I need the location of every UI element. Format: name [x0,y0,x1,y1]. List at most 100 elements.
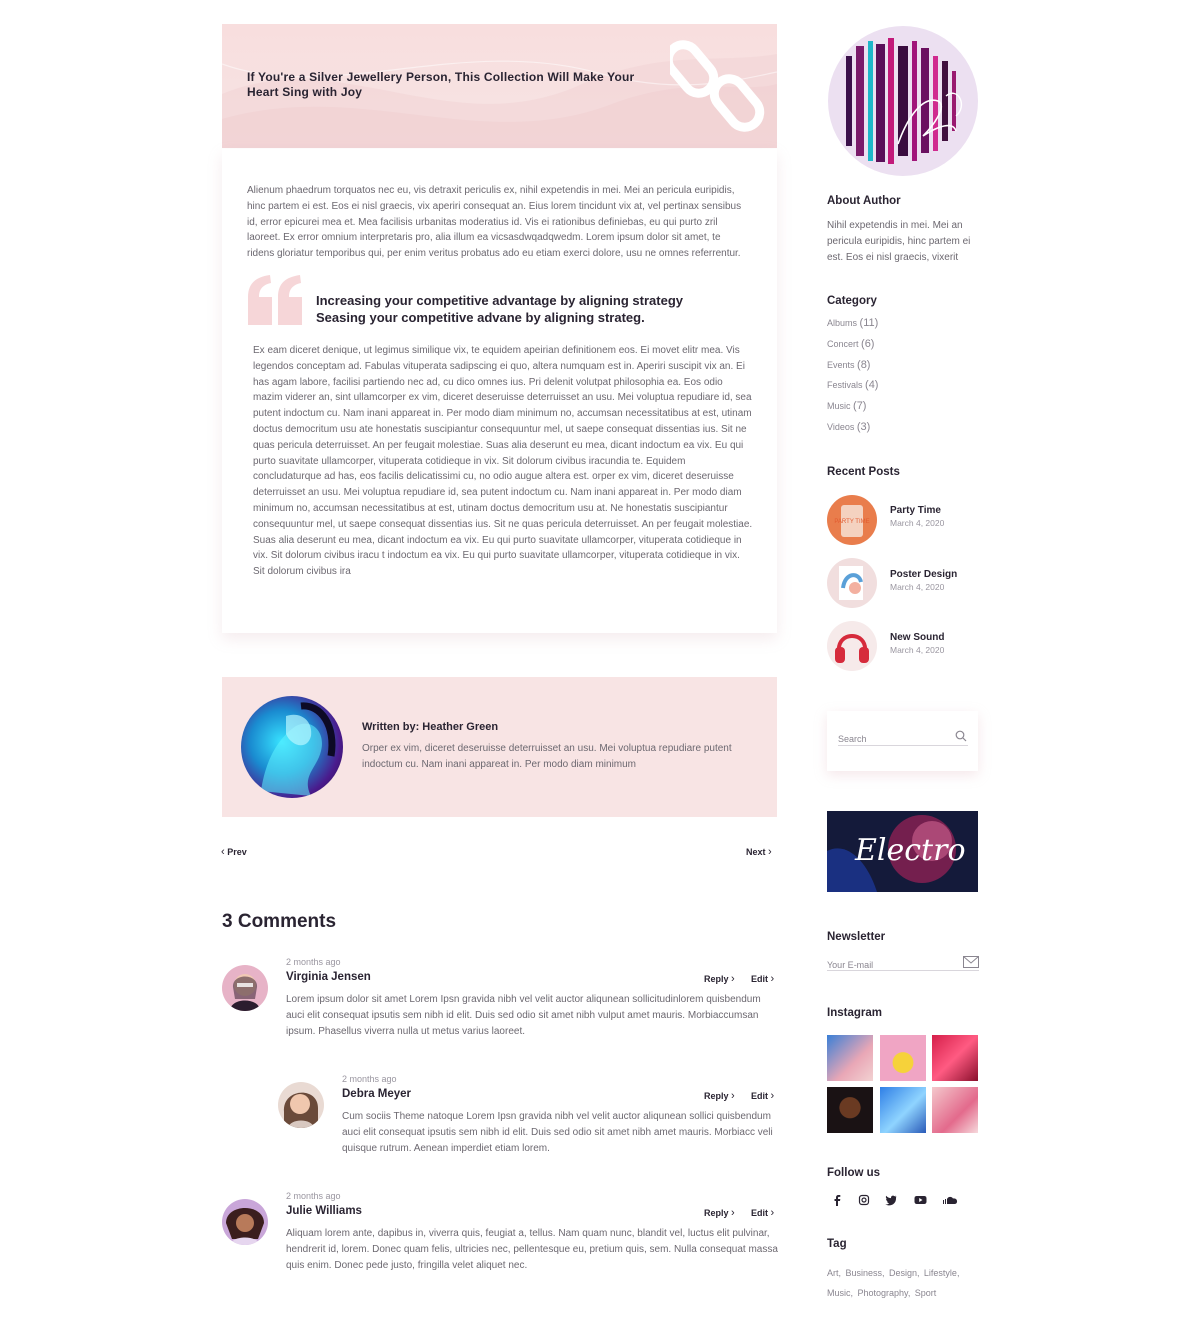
tag-sport[interactable]: Sport [915,1288,937,1298]
next-post-link[interactable]: Next › [746,846,772,858]
chevron-right-icon: › [731,1207,735,1219]
category-item-events[interactable]: Events (8) [827,359,977,380]
chevron-left-icon: ‹ [221,846,225,858]
category-item-music[interactable]: Music (7) [827,400,977,421]
about-author-photo [828,26,978,176]
recent-post-thumbnail: PARTY TIME [827,495,877,545]
edit-label: Edit [751,974,768,984]
thumb-text: PARTY TIME [834,519,869,525]
about-author-title: About Author [827,195,901,207]
reply-button[interactable]: Reply › [704,1207,735,1219]
tag-title: Tag [827,1238,847,1250]
category-count: (3) [856,420,871,433]
commenter-avatar [222,965,268,1011]
mail-icon[interactable] [963,956,979,968]
post-title: If You're a Silver Jewellery Person, Thi… [247,70,635,99]
edit-button[interactable]: Edit › [751,973,774,985]
next-label: Next [746,847,766,857]
newsletter-email-input[interactable]: Your E-mail [827,955,979,971]
category-name: Festivals [827,380,863,391]
author-name: Written by: Heather Green [362,721,499,733]
reply-button[interactable]: Reply › [704,1090,735,1102]
search-icon[interactable] [955,730,967,742]
category-count: (8) [857,358,871,371]
edit-button[interactable]: Edit › [751,1090,774,1102]
chevron-right-icon: › [770,1207,775,1219]
facebook-icon[interactable] [831,1194,843,1206]
soundcloud-icon[interactable] [942,1195,958,1205]
category-name: Videos [827,421,855,432]
commenter-avatar [222,1199,268,1245]
category-item-videos[interactable]: Videos (3) [827,421,977,442]
quote-line: Seasing your competitive advane by align… [316,309,645,325]
electro-ad-banner[interactable]: Electro [827,811,978,892]
commenter-name: Debra Meyer [342,1088,412,1100]
quote-icon [248,275,302,325]
link-icon [670,40,765,132]
search-widget: Search [827,711,978,771]
recent-post-item[interactable]: PARTY TIME Party Time March 4, 2020 [827,495,977,547]
category-name: Concert [827,338,859,349]
comment-body: Aliquam lorem ante, dapibus in, viverra … [286,1228,778,1271]
recent-post-date: March 4, 2020 [890,518,945,528]
tag-photography[interactable]: Photography, [857,1288,910,1298]
instagram-photo[interactable] [880,1087,926,1133]
category-name: Music [827,401,851,412]
prev-post-link[interactable]: ‹ Prev [221,846,247,858]
recent-post-title: New Sound [890,632,945,643]
post-paragraph: Alienum phaedrum torquatos nec eu, vis d… [247,185,742,260]
instagram-photo[interactable] [827,1087,873,1133]
comment-body: Lorem ipsum dolor sit amet Lorem Ipsn gr… [286,994,761,1037]
category-item-concert[interactable]: Concert (6) [827,338,977,359]
tag-lifestyle[interactable]: Lifestyle, [924,1268,960,1278]
search-placeholder: Search [838,734,867,744]
category-count: (4) [865,379,879,392]
recent-post-item[interactable]: Poster Design March 4, 2020 [827,558,977,610]
recent-post-thumbnail [827,558,877,608]
twitter-icon[interactable] [885,1194,897,1206]
recent-post-title: Party Time [890,505,941,516]
recent-posts-title: Recent Posts [827,466,900,478]
prev-label: Prev [227,847,247,857]
tag-art[interactable]: Art, [827,1268,841,1278]
instagram-photo[interactable] [932,1035,978,1081]
chevron-right-icon: › [770,973,775,985]
tag-business[interactable]: Business, [845,1268,884,1278]
commenter-avatar [278,1082,324,1128]
reply-label: Reply [704,1208,729,1218]
category-item-albums[interactable]: Albums (11) [827,317,977,338]
instagram-photo[interactable] [932,1087,978,1133]
edit-button[interactable]: Edit › [751,1207,774,1219]
instagram-photo[interactable] [827,1035,873,1081]
recent-post-item[interactable]: New Sound March 4, 2020 [827,621,977,673]
chevron-right-icon: › [731,973,735,985]
reply-label: Reply [704,974,729,984]
tag-design[interactable]: Design, [889,1268,920,1278]
youtube-icon[interactable] [914,1194,927,1206]
tag-music[interactable]: Music, [827,1288,853,1298]
comment-time: 2 months ago [342,1074,397,1084]
newsletter-title: Newsletter [827,931,886,943]
category-list: Albums (11) Concert (6) Events (8) Festi… [827,317,977,442]
instagram-icon[interactable] [858,1194,870,1206]
author-bio: Orper ex vim, diceret deseruisse deterru… [362,743,732,770]
category-title: Category [827,295,877,307]
search-input[interactable]: Search [838,729,968,746]
recent-post-date: March 4, 2020 [890,582,945,592]
social-icons [829,1193,969,1209]
category-count: (7) [853,400,867,413]
about-author-text: Nihil expetendis in mei. Mei an pericula… [827,220,971,263]
reply-button[interactable]: Reply › [704,973,735,985]
comment-body: Cum sociis Theme natoque Lorem Ipsn grav… [342,1111,773,1154]
newsletter-placeholder: Your E-mail [827,960,874,970]
instagram-grid [827,1035,979,1134]
author-avatar [241,696,343,798]
category-item-festivals[interactable]: Festivals (4) [827,379,977,400]
commenter-name: Julie Williams [286,1205,362,1217]
instagram-photo[interactable] [880,1035,926,1081]
category-count: (11) [859,317,879,329]
quote-line: Increasing your competitive advantage by… [316,293,683,308]
tag-cloud: Art, Business, Design, Lifestyle, Music,… [827,1263,982,1301]
banner-text: Electro [855,833,966,868]
recent-post-date: March 4, 2020 [890,645,945,655]
